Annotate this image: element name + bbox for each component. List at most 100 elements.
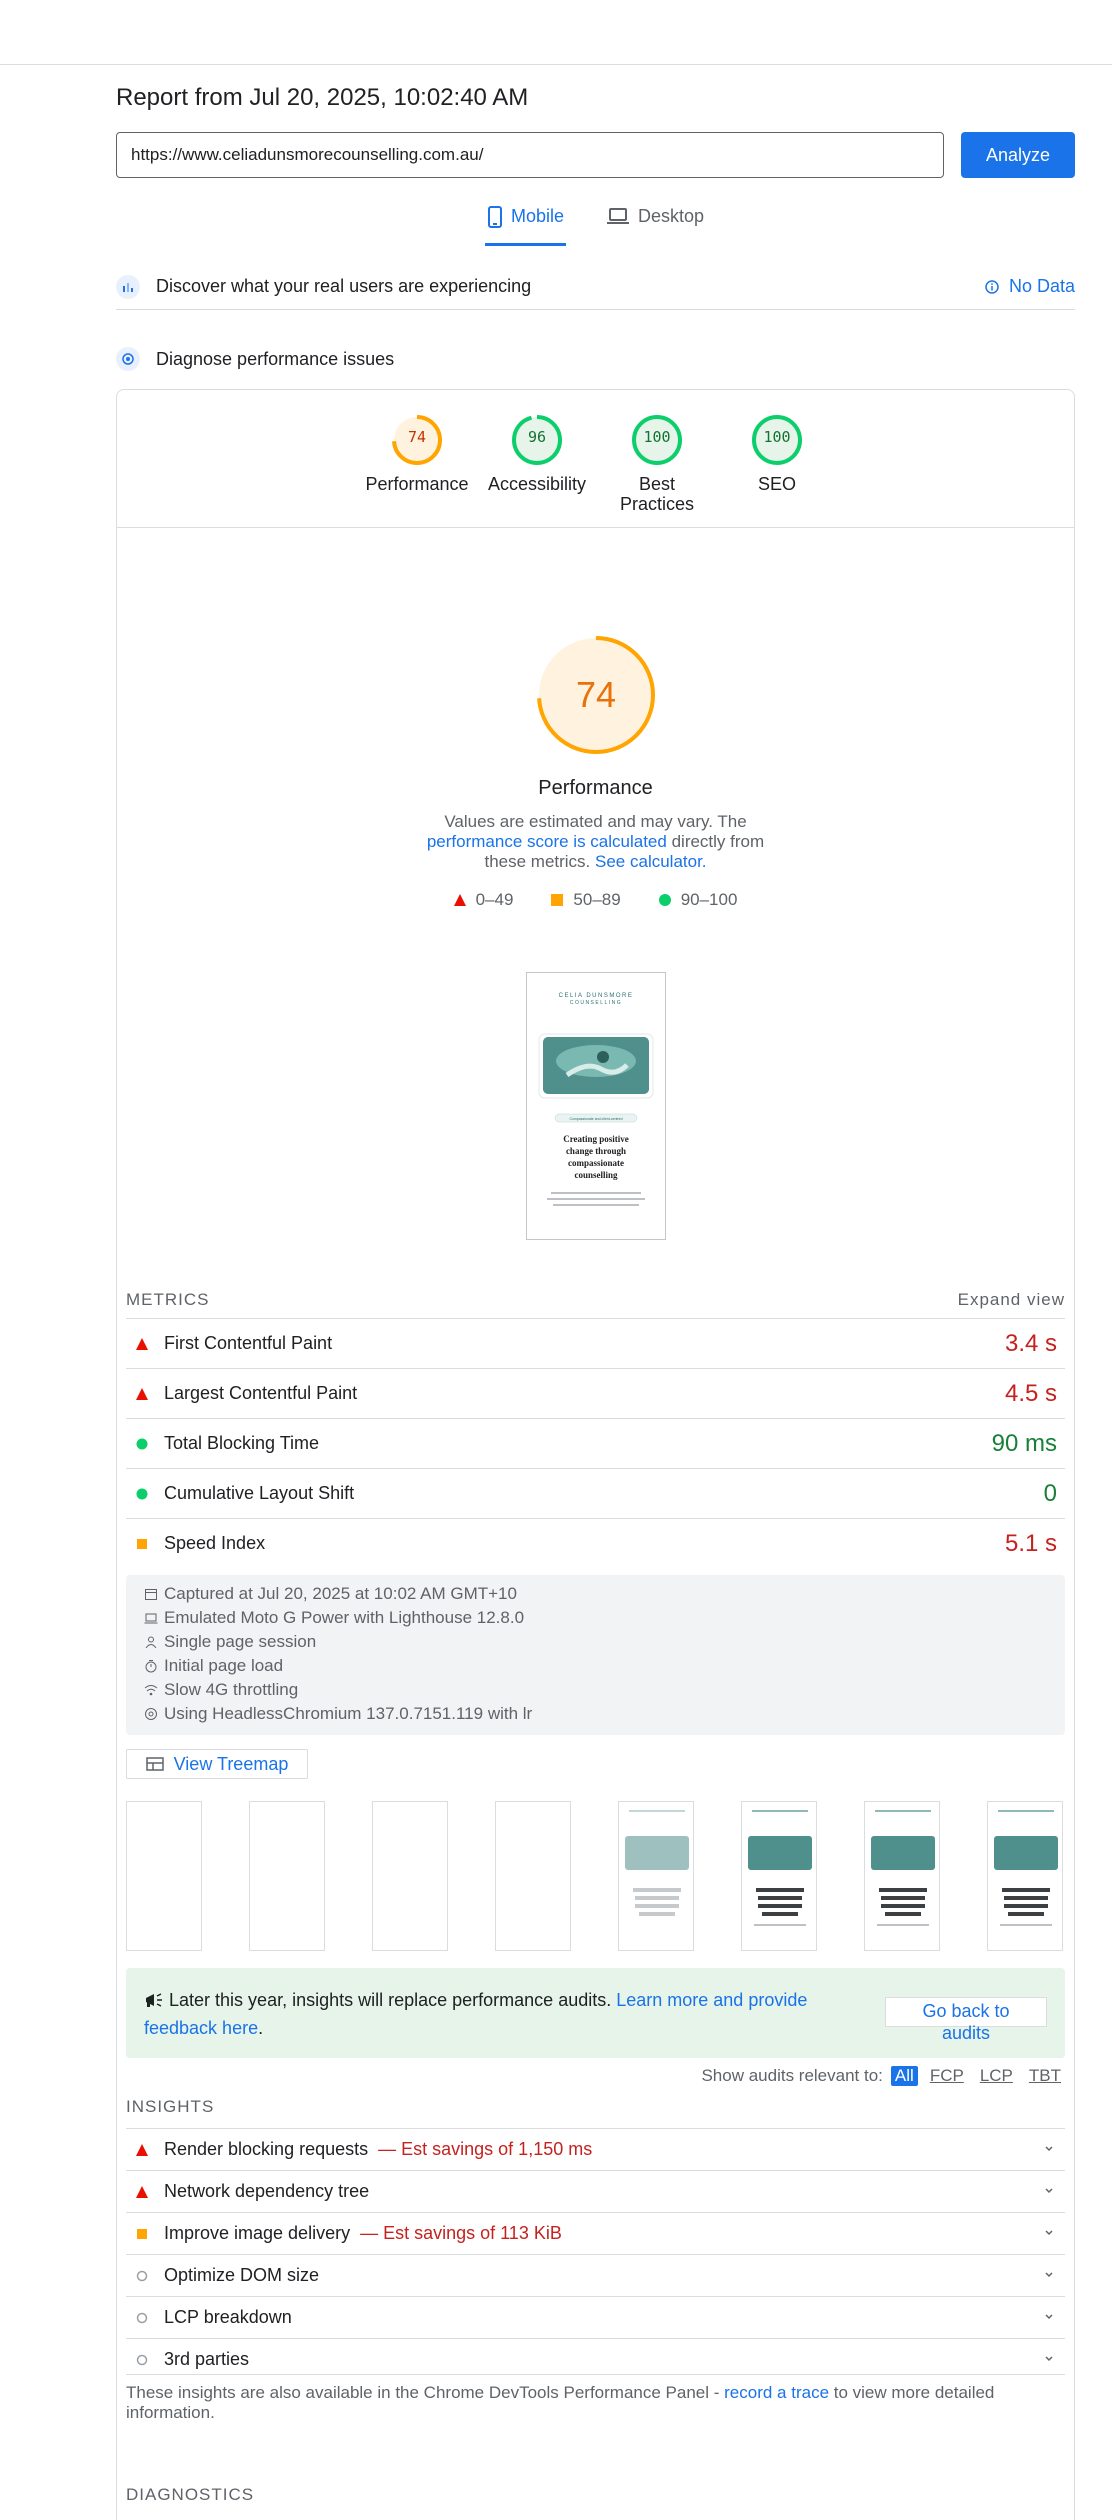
view-treemap-label: View Treemap [173,1753,289,1774]
lighthouse-report: 74 Performance 96 Accessibility 100 Best… [116,389,1075,2520]
insights-footer-note: These insights are also available in the… [126,2374,1065,2423]
insight-name: Network dependency tree [164,2181,370,2201]
insight-lcp-breakdown[interactable]: LCP breakdown [126,2296,1065,2338]
see-calculator-link[interactable]: See calculator. [595,852,707,871]
tab-desktop-label: Desktop [638,206,705,226]
diagnostics-header: DIAGNOSTICS [126,2485,255,2504]
svg-text:compassionate: compassionate [568,1158,624,1168]
metric-value: 0 [1043,1479,1057,1507]
shot-brand-line1: CELIA DUNSMORE [559,993,634,999]
metric-value: 3.4 s [1004,1329,1057,1357]
circle-icon [136,1488,148,1499]
filmstrip-frame [372,1801,448,1951]
env-device-text: Emulated Moto G Power with Lighthouse 12… [164,1608,525,1627]
tab-desktop[interactable]: Desktop [604,204,706,246]
perf-desc-text-1: Values are estimated and may vary. The [444,812,747,831]
performance-score-value: 74 [575,674,617,715]
gauge-accessibility-label: Accessibility [487,474,587,494]
circle-outline-icon [136,2312,148,2323]
triangle-icon [136,2185,148,2198]
person-icon [145,1636,157,1649]
metric-tbt: Total Blocking Time 90 ms [126,1418,1065,1468]
filmstrip-frame [864,1801,940,1951]
audit-filter-label: Show audits relevant to: [701,2066,883,2085]
metric-value: 90 ms [991,1429,1057,1457]
footer-note-text-1: These insights are also available in the… [126,2383,725,2402]
gauge-performance[interactable]: 74 Performance [357,414,477,494]
score-calculated-link[interactable]: performance score is calculated [427,832,667,851]
lab-data-section: Diagnose performance issues [116,344,1075,374]
env-load-text: Initial page load [164,1656,284,1675]
env-captured-text: Captured at Jul 20, 2025 at 10:02 AM GMT… [164,1584,517,1603]
filter-fcp[interactable]: FCP [926,2066,968,2086]
env-device: Emulated Moto G Power with Lighthouse 12… [144,1606,1047,1630]
chevron-down-icon [1045,2272,1053,2278]
circle-outline-icon [136,2354,148,2365]
filmstrip-frame [741,1801,817,1951]
view-treemap-button[interactable]: View Treemap [126,1749,308,1779]
insight-image-delivery[interactable]: Improve image delivery — Est savings of … [126,2212,1065,2254]
field-data-section[interactable]: Discover what your real users are experi… [116,264,1075,310]
insight-name: 3rd parties [164,2349,250,2369]
filmstrip [126,1801,1065,1951]
chrome-icon [145,1708,157,1720]
gauge-best-practices[interactable]: 100 Best Practices [597,414,717,514]
go-back-to-audits-button[interactable]: Go back to audits [885,1997,1047,2043]
legend-average: 50–89 [551,890,621,910]
treemap-icon [145,1757,164,1771]
filmstrip-frame [249,1801,325,1951]
legend-poor-label: 0–49 [475,890,514,909]
gauge-best-practices-label-line1: Best [638,474,676,494]
top-bar [0,0,1112,65]
expand-view-toggle[interactable]: Expand view [958,1290,1065,1310]
svg-text:Creating positive: Creating positive [563,1134,629,1144]
tab-mobile-label: Mobile [511,206,565,226]
go-back-label-line1: Go back to [922,2001,1010,2021]
insight-savings: — Est savings of 113 KiB [360,2223,562,2243]
metric-name: Total Blocking Time [164,1433,320,1453]
runtime-settings: Captured at Jul 20, 2025 at 10:02 AM GMT… [126,1575,1065,1735]
metric-lcp: Largest Contentful Paint 4.5 s [126,1368,1065,1418]
gauge-best-practices-score: 100 [643,428,671,446]
gauge-seo-label: SEO [757,474,796,494]
notice-text: Later this year, insights will replace p… [144,1986,844,2042]
metric-name: Cumulative Layout Shift [164,1483,355,1503]
filmstrip-frame [126,1801,202,1951]
filmstrip-thumbnail [871,1810,935,1926]
legend-good: 90–100 [658,890,737,910]
filter-lcp[interactable]: LCP [976,2066,1017,2086]
device-icon [144,1613,158,1624]
analyze-button[interactable]: Analyze [961,132,1075,178]
chevron-down-icon [1045,2146,1053,2152]
gauge-seo[interactable]: 100 SEO [717,414,837,494]
tab-mobile[interactable]: Mobile [485,204,567,246]
legend-poor: 0–49 [453,890,514,910]
insight-name: Render blocking requests [164,2139,369,2159]
insight-render-blocking[interactable]: Render blocking requests — Est savings o… [126,2128,1065,2170]
wifi-icon [144,1685,158,1696]
metric-name: First Contentful Paint [164,1333,333,1353]
svg-text:change through: change through [566,1146,626,1156]
triangle-icon [136,2143,148,2156]
final-screenshot[interactable]: CELIA DUNSMORE COUNSELLING Compassionate… [526,972,666,1240]
insight-network-tree[interactable]: Network dependency tree [126,2170,1065,2212]
insight-name: LCP breakdown [164,2307,292,2327]
record-trace-link[interactable]: record a trace [724,2383,829,2402]
score-legend: 0–49 50–89 90–100 [117,890,1074,910]
megaphone-icon [146,1993,162,2007]
insight-name: Optimize DOM size [164,2265,320,2285]
insight-dom-size[interactable]: Optimize DOM size [126,2254,1065,2296]
square-icon [137,2228,147,2239]
filter-all[interactable]: All [890,2066,918,2086]
performance-score-gauge: 74 [535,634,657,756]
insight-name: Improve image delivery [164,2223,351,2243]
filter-tbt[interactable]: TBT [1025,2066,1065,2086]
env-browser-text: Using HeadlessChromium 137.0.7151.119 wi… [164,1704,533,1723]
filmstrip-frame [618,1801,694,1951]
metric-cls: Cumulative Layout Shift 0 [126,1468,1065,1518]
performance-title: Performance [538,777,653,799]
metric-name: Speed Index [164,1533,266,1553]
gauge-accessibility[interactable]: 96 Accessibility [477,414,597,494]
no-data-link[interactable]: No Data [985,276,1075,297]
url-input[interactable] [116,132,944,178]
